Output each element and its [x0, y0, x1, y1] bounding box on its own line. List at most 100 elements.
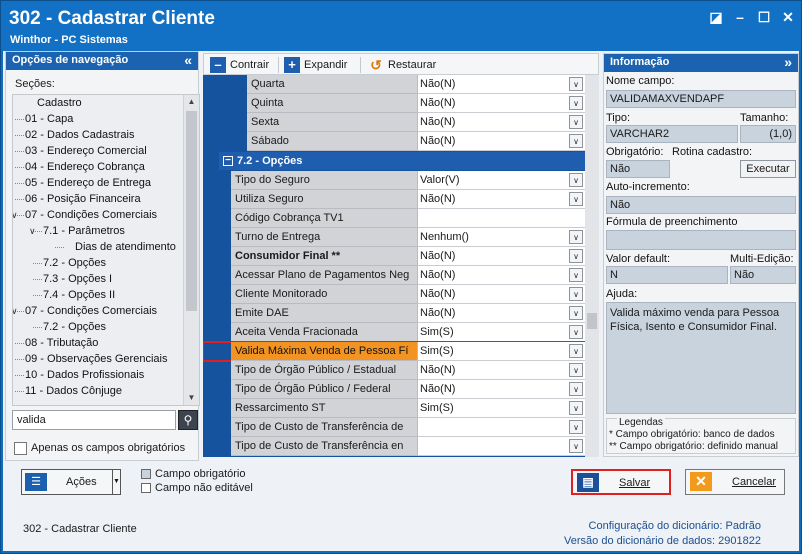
chevron-down-icon[interactable]: ∨ — [569, 439, 583, 453]
property-value[interactable]: Não(N) ∨ — [417, 361, 585, 380]
property-row[interactable]: Quarta Não(N) ∨ — [203, 75, 585, 94]
tree-item[interactable]: ∨ 07 - Condições Comerciais — [13, 207, 199, 223]
grid-scrollbar[interactable] — [585, 75, 599, 457]
tree-item[interactable]: Dias de atendimento — [13, 239, 199, 255]
property-row[interactable]: Turno de Entrega Nenhum() ∨ — [203, 228, 585, 247]
chevron-down-icon[interactable]: ∨ — [569, 134, 583, 148]
tree-item[interactable]: 7.2 - Opções — [13, 319, 199, 335]
chevron-down-icon[interactable]: ∨ — [13, 303, 18, 319]
tree-item[interactable]: 04 - Endereço Cobrança — [13, 159, 199, 175]
chevron-down-icon[interactable]: ∨ — [569, 287, 583, 301]
property-grid[interactable]: Quarta Não(N) ∨ Quinta Não(N) ∨ Sexta Não(N) ∨ Sá… — [203, 75, 599, 457]
property-value[interactable]: Valor(V) ∨ — [417, 171, 585, 190]
tree-item[interactable]: 05 - Endereço de Entrega — [13, 175, 199, 191]
save-button[interactable]: ▤ Salvar — [571, 469, 671, 495]
property-value[interactable]: Não(N) ∨ — [417, 380, 585, 399]
scroll-down-icon[interactable]: ▼ — [184, 391, 199, 405]
expand-button[interactable]: + Expandir — [284, 56, 347, 74]
chevron-down-icon[interactable]: ▼ — [112, 470, 120, 494]
close-icon[interactable]: ✕ — [779, 9, 797, 25]
scroll-up-icon[interactable]: ▲ — [184, 95, 199, 109]
grid-scroll-thumb[interactable] — [587, 313, 597, 329]
minimize-icon[interactable]: – — [731, 9, 749, 25]
search-button[interactable]: ⚲ — [178, 410, 198, 430]
property-value[interactable]: ∨ — [417, 437, 585, 456]
property-value[interactable]: Sim(S) ∨ — [417, 399, 585, 418]
property-value[interactable]: Sim(S) ∨ — [417, 342, 585, 361]
tree-item[interactable]: 02 - Dados Cadastrais — [13, 127, 199, 143]
property-row[interactable]: Aceita Venda Fracionada Sim(S) ∨ — [203, 323, 585, 342]
property-row[interactable]: Sexta Não(N) ∨ — [203, 113, 585, 132]
property-row[interactable]: Ressarcimento ST Sim(S) ∨ — [203, 399, 585, 418]
property-value[interactable]: Não(N) ∨ — [417, 132, 585, 151]
search-input[interactable]: valida — [12, 410, 176, 430]
tree-item[interactable]: 03 - Endereço Comercial — [13, 143, 199, 159]
collapse-info-icon[interactable]: » — [784, 54, 792, 70]
chevron-down-icon[interactable]: ∨ — [569, 401, 583, 415]
chevron-down-icon[interactable]: ∨ — [569, 363, 583, 377]
property-value[interactable]: Não(N) ∨ — [417, 304, 585, 323]
tree-item[interactable]: 09 - Observações Gerenciais — [13, 351, 199, 367]
tree-item[interactable]: 7.3 - Opções I — [13, 271, 199, 287]
property-value[interactable]: Não(N) ∨ — [417, 266, 585, 285]
chevron-down-icon[interactable]: ∨ — [569, 344, 583, 358]
property-value[interactable]: Sim(S) ∨ — [417, 323, 585, 342]
chevron-down-icon[interactable]: ∨ — [569, 268, 583, 282]
property-row[interactable]: Código Cobrança TV1 — [203, 209, 585, 228]
property-row[interactable]: Sábado Não(N) ∨ — [203, 132, 585, 151]
property-row[interactable]: Consumidor Final ** Não(N) ∨ — [203, 247, 585, 266]
property-value[interactable]: Não(N) ∨ — [417, 75, 585, 94]
property-value[interactable] — [417, 209, 585, 228]
cancel-button[interactable]: ✕ Cancelar — [685, 469, 785, 495]
chevron-down-icon[interactable]: ∨ — [569, 173, 583, 187]
chevron-down-icon[interactable]: ∨ — [569, 382, 583, 396]
chevron-down-icon[interactable]: ∨ — [569, 115, 583, 129]
collapse-panel-icon[interactable]: « — [184, 52, 192, 68]
tree-scrollbar[interactable]: ▲ ▼ — [183, 95, 199, 405]
tree-item[interactable]: 08 - Tributação — [13, 335, 199, 351]
only-required-checkbox[interactable] — [14, 442, 27, 455]
tree-item[interactable]: ∨ 07 - Condições Comerciais — [13, 303, 199, 319]
chevron-down-icon[interactable]: ∨ — [569, 230, 583, 244]
chevron-down-icon[interactable]: ∨ — [569, 306, 583, 320]
restore-button[interactable]: ↺ Restaurar — [368, 56, 436, 74]
chevron-down-icon[interactable]: ∨ — [569, 420, 583, 434]
tree-item[interactable]: ∨ 7.1 - Parâmetros — [13, 223, 199, 239]
tree-item[interactable]: 7.2 - Opções — [13, 255, 199, 271]
chevron-down-icon[interactable]: ∨ — [569, 325, 583, 339]
chevron-down-icon[interactable]: ∨ — [29, 223, 36, 239]
property-value[interactable]: Não(N) ∨ — [417, 94, 585, 113]
property-row[interactable]: Tipo de Órgão Público / Federal Não(N) ∨ — [203, 380, 585, 399]
scroll-thumb[interactable] — [186, 111, 197, 311]
property-row[interactable]: Valida Máxima Venda de Pessoa Fí Sim(S) ∨ — [203, 341, 586, 362]
property-row[interactable]: Utiliza Seguro Não(N) ∨ — [203, 190, 585, 209]
property-row[interactable]: Quinta Não(N) ∨ — [203, 94, 585, 113]
maximize-icon[interactable]: ☐ — [755, 9, 773, 25]
sections-tree[interactable]: Cadastro 01 - Capa 02 - Dados Cadastrais 03… — [12, 94, 200, 406]
property-row[interactable]: Emite DAE Não(N) ∨ — [203, 304, 585, 323]
execute-button[interactable]: Executar — [740, 160, 796, 178]
chevron-down-icon[interactable]: ∨ — [569, 192, 583, 206]
tree-item[interactable]: 10 - Dados Profissionais — [13, 367, 199, 383]
tree-item[interactable]: 11 - Dados Cônjuge — [13, 383, 199, 399]
property-value[interactable]: Não(N) ∨ — [417, 190, 585, 209]
restore-layout-icon[interactable]: ◪ — [707, 9, 725, 25]
property-value[interactable]: Não(N) ∨ — [417, 113, 585, 132]
chevron-down-icon[interactable]: ∨ — [13, 207, 18, 223]
property-row[interactable]: Tipo do Seguro Valor(V) ∨ — [203, 171, 585, 190]
property-value[interactable]: Não(N) ∨ — [417, 247, 585, 266]
property-value[interactable]: ∨ — [417, 418, 585, 437]
property-row[interactable]: Tipo de Custo de Transferência de ∨ — [203, 418, 585, 437]
tree-item[interactable]: 7.4 - Opções II — [13, 287, 199, 303]
property-value[interactable]: Nenhum() ∨ — [417, 228, 585, 247]
property-row[interactable]: Acessar Plano de Pagamentos Neg Não(N) ∨ — [203, 266, 585, 285]
property-value[interactable]: Não(N) ∨ — [417, 285, 585, 304]
tree-item[interactable]: 01 - Capa — [13, 111, 199, 127]
chevron-down-icon[interactable]: ∨ — [569, 249, 583, 263]
chevron-down-icon[interactable]: ∨ — [569, 96, 583, 110]
chevron-down-icon[interactable]: ∨ — [569, 77, 583, 91]
collapse-section-icon[interactable]: − — [223, 156, 233, 166]
actions-button[interactable]: ☰ Ações ▼ — [21, 469, 121, 495]
tree-item[interactable]: Cadastro — [13, 95, 199, 111]
tree-item[interactable]: 06 - Posição Financeira — [13, 191, 199, 207]
